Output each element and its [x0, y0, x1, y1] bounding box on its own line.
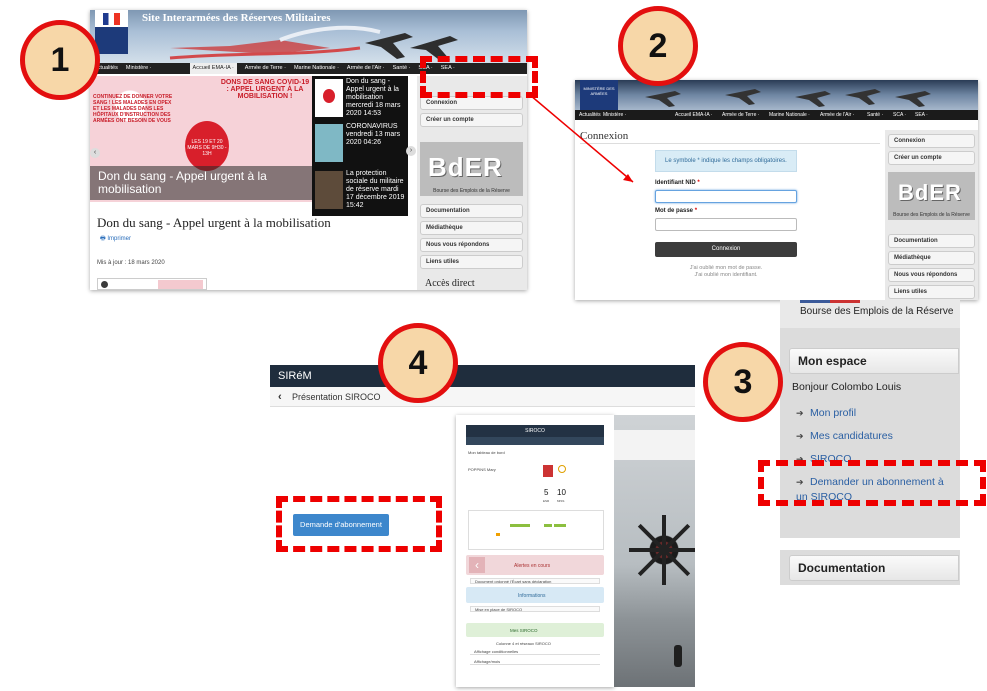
alert-row[interactable]: Document ordonné l'Écart sans déclaratio… — [470, 578, 600, 584]
breadcrumb: ‹ Présentation SIROCO — [270, 387, 695, 407]
person-silhouette — [674, 645, 682, 667]
calendar-grid — [468, 510, 604, 550]
document-icon — [543, 465, 553, 477]
alerts-card[interactable]: ‹ Alertes en cours — [466, 555, 604, 575]
step-badge-1: 1 — [20, 20, 100, 100]
sirem-header: SIRéM — [270, 365, 695, 387]
mon-profil-link[interactable]: ➔ Mon profil — [796, 407, 856, 419]
panel-mon-espace: Bourse des Emplois de la Réserve Mon esp… — [780, 300, 960, 585]
siroco-title: SIROCO — [466, 425, 604, 437]
arrow-right-icon: ➔ — [796, 431, 804, 441]
bder-strip: Bourse des Emplois de la Réserve — [780, 300, 960, 328]
mes-siroco-card[interactable]: Mes SIROCO — [466, 623, 604, 637]
siroco-phone-preview: SIROCO Mon tableau de bord POPPINS Mary … — [456, 415, 614, 687]
aircraft-propeller-photo — [614, 415, 695, 687]
back-chevron-icon[interactable]: ‹ — [278, 387, 292, 407]
greeting: Bonjour Colombo Louis — [792, 381, 902, 393]
highlight-connexion — [420, 56, 538, 98]
mon-espace-heading: Mon espace — [789, 348, 959, 374]
highlight-abonnement-link — [758, 460, 986, 506]
infos-card[interactable]: Informations — [466, 587, 604, 603]
siroco-row[interactable]: Affichage/mois — [470, 659, 600, 665]
info-row[interactable]: Mise en place de SIROCO — [470, 606, 600, 612]
step-badge-3: 3 — [703, 342, 783, 422]
documentation-heading: Documentation — [789, 555, 959, 581]
heart-icon — [558, 465, 566, 473]
mes-candidatures-link[interactable]: ➔ Mes candidatures — [796, 430, 893, 442]
siroco-row[interactable]: Affichage conditionnelles — [470, 649, 600, 655]
back-icon[interactable]: ‹ — [469, 557, 485, 573]
arrow-right-icon: ➔ — [796, 408, 804, 418]
highlight-subscribe-button — [276, 496, 442, 552]
step-badge-4: 4 — [378, 323, 458, 403]
step-badge-2: 2 — [618, 6, 698, 86]
